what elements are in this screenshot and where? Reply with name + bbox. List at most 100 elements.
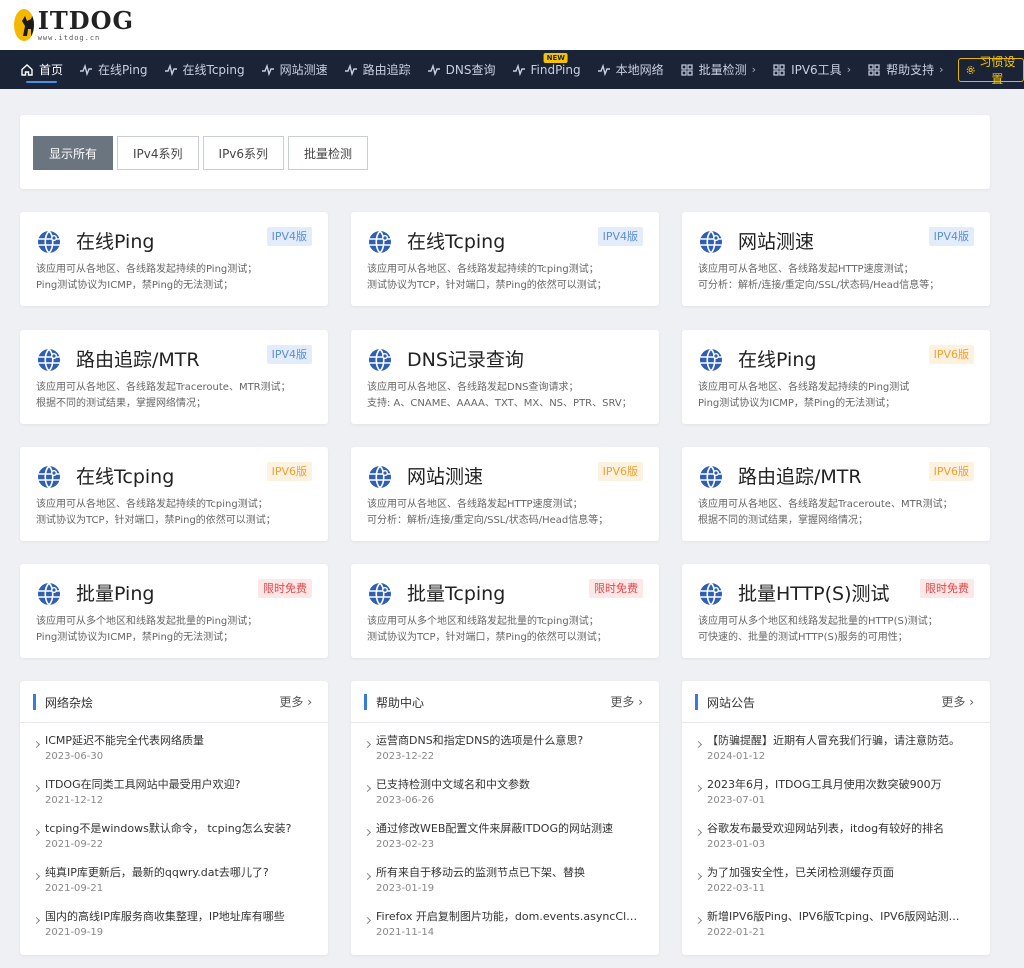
tool-card[interactable]: 网站测速 IPV4版 该应用可从各地区、各线路发起HTTP速度测试； 可分析：解析/连… (682, 212, 990, 306)
filter-ipv4[interactable]: IPv4系列 (117, 136, 199, 170)
news-link[interactable]: ITDOG在同类工具网站中最受用户欢迎? (45, 778, 307, 792)
tool-title: 路由追踪/MTR (738, 466, 862, 488)
tool-title: 网站测速 (407, 466, 484, 488)
tool-card[interactable]: 在线Ping IPV6版 该应用可从各地区、各线路发起持续的Ping测试 Ping测试… (682, 330, 990, 424)
tool-description: 该应用可从多个地区和线路发起批量的HTTP(S)测试； 可快速的、批量的测试HTT… (698, 614, 982, 646)
nav-tcping[interactable]: 在线Tcping (156, 50, 253, 89)
news-link[interactable]: 通过修改WEB配置文件来屏蔽ITDOG的网站测速 (376, 822, 638, 836)
globe-icon (697, 346, 725, 374)
globe-icon (35, 463, 63, 491)
nav-dns[interactable]: DNS查询 (419, 50, 504, 89)
tool-desc-line: 可快速的、批量的测试HTTP(S)服务的可用性； (698, 632, 908, 643)
tool-tag: IPV4版 (266, 345, 312, 364)
nav-speedtest[interactable]: 网站测速 (253, 50, 336, 89)
tool-description: 该应用可从各地区、各线路发起DNS查询请求； 支持: A、CNAME、AAAA、T… (367, 380, 651, 412)
news-item[interactable]: 国内的高线IP库服务商收集整理，IP地址库有哪些 2021-09-19 (20, 910, 328, 954)
tool-tag: IPV6版 (928, 345, 974, 364)
news-link[interactable]: 谷歌发布最受欢迎网站列表，itdog有较好的排名 (707, 822, 969, 836)
home-icon (21, 63, 33, 76)
news-item[interactable]: 谷歌发布最受欢迎网站列表，itdog有较好的排名 2023-01-03 (682, 822, 990, 866)
news-item[interactable]: 2023年6月，ITDOG工具月使用次数突破900万 2023-07-01 (682, 778, 990, 822)
news-item[interactable]: 新增IPV6版Ping、IPV6版Tcping、IPV6版网站测速等功能 2022… (682, 910, 990, 954)
nav-home[interactable]: 首页 (12, 50, 71, 89)
news-link[interactable]: 所有来自于移动云的监测节点已下架、替换 (376, 866, 638, 880)
globe-icon (366, 463, 394, 491)
tool-card[interactable]: 路由追踪/MTR IPV6版该应用可从各地区、各线路发起Traceroute、MT… (682, 447, 990, 541)
tool-desc-line: Ping测试协议为ICMP，禁Ping的无法测试； (36, 632, 234, 643)
globe-icon (35, 580, 63, 608)
settings-button[interactable]: 习惯设置 (957, 55, 1024, 86)
tool-card[interactable]: DNS记录查询 该应用可从各地区、各线路发起DNS查询请求； 支持: A、CNAME… (351, 330, 659, 424)
news-item[interactable]: 所有来自于移动云的监测节点已下架、替换 2023-01-19 (351, 866, 659, 910)
tool-card[interactable]: 批量Ping 限时免费 该应用可从多个地区和线路发起批量的Ping测试； Ping测试… (20, 564, 328, 658)
tool-tag: IPV6版 (928, 462, 974, 481)
chevron-right-icon: › (846, 63, 852, 76)
nav-findping[interactable]: FindPing NEW (504, 50, 589, 89)
nav-traceroute[interactable]: 路由追踪 (336, 50, 419, 89)
filter-batch[interactable]: 批量检测 (288, 136, 369, 170)
tool-card[interactable]: 批量HTTP(S)测试 限时免费 该应用可从多个地区和线路发起批量的HTTP(S)测… (682, 564, 990, 658)
nav-ipv6-tools[interactable]: IPV6工具 › (764, 50, 859, 89)
tool-card[interactable]: 路由追踪/MTR IPV4版 该应用可从各地区、各线路发起Traceroute、MT… (20, 330, 328, 424)
news-link[interactable]: 已支持检测中文域名和中文参数 (376, 778, 638, 792)
nav-label: 网站测速 (279, 63, 328, 77)
tool-desc-line: 该应用可从各地区、各线路发起Traceroute、MTR测试； (36, 382, 291, 393)
nav-local-network[interactable]: 本地网络 (589, 50, 672, 89)
news-link[interactable]: 新增IPV6版Ping、IPV6版Tcping、IPV6版网站测速等功能 (707, 910, 969, 924)
tool-desc-line: 该应用可从各地区、各线路发起Traceroute、MTR测试； (698, 499, 953, 510)
news-link[interactable]: Firefox 开启复制图片功能，dom.events.asyncClipboa… (376, 910, 638, 924)
news-title: 帮助中心 (376, 696, 425, 710)
nav-ping[interactable]: 在线Ping (71, 50, 156, 89)
tool-card[interactable]: 批量Tcping 限时免费 该应用可从多个地区和线路发起批量的Tcping测试； 测试… (351, 564, 659, 658)
news-title: 网络杂烩 (45, 696, 94, 710)
tool-card[interactable]: 网站测速 IPV6版 该应用可从各地区、各线路发起HTTP速度测试； 可分析：解析/连… (351, 447, 659, 541)
main-nav: 首页 在线Ping 在线Tcping 网站测速 路由追踪 DNS查询 FindP… (0, 50, 1024, 89)
more-link[interactable]: 更多 › (941, 693, 974, 710)
filter-all[interactable]: 显示所有 (33, 136, 114, 170)
more-link[interactable]: 更多 › (610, 693, 643, 710)
more-link[interactable]: 更多 › (279, 693, 312, 710)
news-link[interactable]: 纯真IP库更新后，最新的qqwry.dat去哪儿了? (45, 866, 307, 880)
news-link[interactable]: 国内的高线IP库服务商收集整理，IP地址库有哪些 (45, 910, 307, 924)
tool-desc-line: Ping测试协议为ICMP，禁Ping的无法测试； (36, 280, 234, 291)
news-item[interactable]: 纯真IP库更新后，最新的qqwry.dat去哪儿了? 2021-09-21 (20, 866, 328, 910)
news-link[interactable]: ICMP延迟不能完全代表网络质量 (45, 734, 307, 748)
nav-batch[interactable]: 批量检测 › (672, 50, 764, 89)
chevron-right-icon: › (969, 695, 974, 709)
news-link[interactable]: tcping不是windows默认命令， tcping怎么安装? (45, 822, 307, 836)
news-item[interactable]: ICMP延迟不能完全代表网络质量 2023-06-30 (20, 734, 328, 778)
news-link[interactable]: 为了加强安全性，已关闭检测缓存页面 (707, 866, 969, 880)
grid-icon (773, 63, 785, 76)
news-item[interactable]: Firefox 开启复制图片功能，dom.events.asyncClipboa… (351, 910, 659, 954)
tool-description: 该应用可从多个地区和线路发起批量的Ping测试； Ping测试协议为ICMP，禁P… (36, 614, 320, 646)
news-item[interactable]: 【防骗提醒】近期有人冒充我们行骗，请注意防范。 2024-01-12 (682, 734, 990, 778)
news-item[interactable]: 运营商DNS和指定DNS的选项是什么意思? 2023-12-22 (351, 734, 659, 778)
gear-icon (966, 65, 975, 74)
news-link[interactable]: 2023年6月，ITDOG工具月使用次数突破900万 (707, 778, 969, 792)
news-link[interactable]: 运营商DNS和指定DNS的选项是什么意思? (376, 734, 638, 748)
tool-card[interactable]: 在线Ping IPV4版 该应用可从各地区、各线路发起持续的Ping测试； Ping测… (20, 212, 328, 306)
tool-tag: IPV4版 (928, 227, 974, 246)
news-item[interactable]: ITDOG在同类工具网站中最受用户欢迎? 2021-12-12 (20, 778, 328, 822)
dog-logo-icon (14, 9, 34, 41)
nav-label: 首页 (39, 63, 64, 77)
tool-card[interactable]: 在线Tcping IPV6版 该应用可从各地区、各线路发起持续的Tcping测试； 测… (20, 447, 328, 541)
nav-help[interactable]: 帮助支持 › (859, 50, 951, 89)
news-item[interactable]: 通过修改WEB配置文件来屏蔽ITDOG的网站测速 2023-02-23 (351, 822, 659, 866)
tool-description: 该应用可从各地区、各线路发起持续的Ping测试 Ping测试协议为ICMP，禁Pi… (698, 380, 982, 412)
filter-ipv6[interactable]: IPv6系列 (202, 136, 285, 170)
nav-label: IPV6工具 (791, 63, 842, 77)
news-item[interactable]: 为了加强安全性，已关闭检测缓存页面 2022-03-11 (682, 866, 990, 910)
tool-title: 网站测速 (738, 231, 815, 253)
news-item[interactable]: tcping不是windows默认命令， tcping怎么安装? 2021-09-… (20, 822, 328, 866)
nav-label: 在线Ping (98, 63, 148, 77)
news-link[interactable]: 【防骗提醒】近期有人冒充我们行骗，请注意防范。 (707, 734, 969, 748)
news-date: 2021-09-19 (45, 927, 104, 938)
news-item[interactable]: 已支持检测中文域名和中文参数 2023-06-26 (351, 778, 659, 822)
news-date: 2021-11-14 (376, 927, 435, 938)
news-date: 2023-06-30 (45, 751, 104, 762)
site-logo[interactable]: ITDOG www.itdog.cn (14, 7, 134, 43)
tool-card[interactable]: 在线Tcping IPV4版 该应用可从各地区、各线路发起持续的Tcping测试； 测… (351, 212, 659, 306)
news-panel: 网站公告 更多 › 【防骗提醒】近期有人冒充我们行骗，请注意防范。 2024-01-1… (682, 681, 990, 955)
top-header: ITDOG www.itdog.cn (0, 0, 1024, 50)
